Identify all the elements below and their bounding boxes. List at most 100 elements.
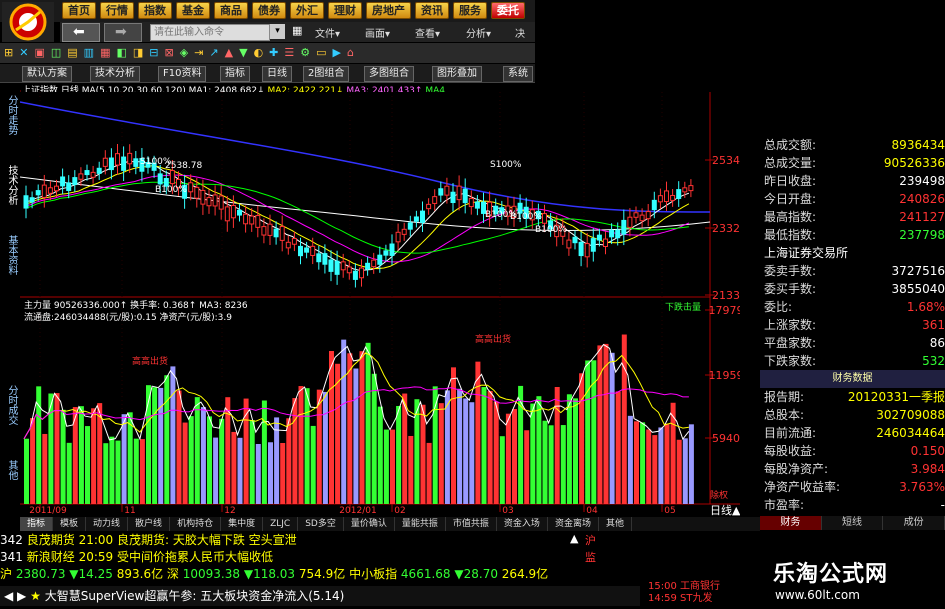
toolbar-icon-11[interactable]: ◈ bbox=[180, 46, 188, 59]
left-tab-fundamentals[interactable]: 基本资料 bbox=[3, 235, 17, 275]
price-volume-chart[interactable]: 2534 2332 2133 17979 11959 5940 2011/09 11 12 201… bbox=[20, 92, 740, 516]
volume-bar bbox=[347, 353, 353, 504]
toolbar-icon-19[interactable]: ⚙ bbox=[300, 46, 310, 59]
menu-analysis[interactable]: 分析▾ bbox=[466, 25, 491, 40]
news-item-341[interactable]: 341 新浪财经 20:59 受中间价拖累人民币大幅收低 bbox=[0, 549, 273, 566]
menu-view[interactable]: 查看▾ bbox=[415, 25, 440, 40]
volume-bar bbox=[627, 415, 633, 504]
toolbar-icon-8[interactable]: ◨ bbox=[133, 46, 143, 59]
toolbar-icon-9[interactable]: ⊟ bbox=[149, 46, 158, 59]
indicator-tab-12[interactable]: 资金离场 bbox=[548, 517, 599, 531]
toolbar-icon-17[interactable]: ✚ bbox=[269, 46, 278, 59]
quote-tab-0[interactable]: 财务 bbox=[760, 516, 822, 530]
menu-10[interactable]: 服务 bbox=[453, 2, 487, 19]
indicator-tab-4[interactable]: 机构持仓 bbox=[170, 517, 222, 531]
toolbar-icon-3[interactable]: ◫ bbox=[51, 46, 61, 59]
candle-body bbox=[255, 215, 261, 228]
toolbar-icon-6[interactable]: ▦ bbox=[100, 46, 110, 59]
menu-3[interactable]: 基金 bbox=[176, 2, 210, 19]
menu-1[interactable]: 行情 bbox=[100, 2, 134, 19]
volume-bar bbox=[463, 398, 469, 504]
volume-bar bbox=[121, 414, 127, 504]
chart-annotation: B100% bbox=[535, 225, 567, 235]
news-scroll-up-icon[interactable]: ▲ bbox=[570, 532, 578, 545]
command-input[interactable]: 请在此输入命令 bbox=[150, 24, 270, 41]
toolbar-icon-14[interactable]: ▲ bbox=[225, 46, 233, 59]
quote-tab-1[interactable]: 短线 bbox=[821, 516, 884, 530]
quote-value: 237798 bbox=[899, 228, 945, 242]
toolbar-icon-10[interactable]: ⊠ bbox=[165, 46, 174, 59]
candle-body bbox=[340, 261, 346, 271]
toolbar-icon-15[interactable]: ▼ bbox=[239, 46, 247, 59]
toolbar-icon-0[interactable]: ⊞ bbox=[4, 46, 13, 59]
volume-bar bbox=[42, 433, 48, 504]
quote-label: 上涨家数: bbox=[764, 318, 817, 332]
menu-9[interactable]: 资讯 bbox=[415, 2, 449, 19]
menu-6[interactable]: 外汇 bbox=[290, 2, 324, 19]
tab-multi-chart[interactable]: 多图组合 bbox=[364, 66, 414, 82]
command-dropdown-button[interactable]: ▾ bbox=[270, 24, 285, 39]
chart-annotation: 2538.78 bbox=[165, 161, 202, 171]
menu-7[interactable]: 理财 bbox=[328, 2, 362, 19]
indicator-tab-5[interactable]: 集中度 bbox=[221, 517, 264, 531]
news-item-342[interactable]: 342 良茂期货 21:00 良茂期货: 天胶大幅下跌 空头宣泄 bbox=[0, 532, 297, 549]
menu-5[interactable]: 债券 bbox=[252, 2, 286, 19]
tab-indicator[interactable]: 指标 bbox=[220, 66, 250, 82]
menu-8[interactable]: 房地产 bbox=[366, 2, 411, 19]
tab-f10[interactable]: F10资料 bbox=[158, 66, 207, 82]
indicator-tab-11[interactable]: 资金入场 bbox=[497, 517, 548, 531]
status-text[interactable]: 大智慧SuperView超赢午参: 五大板块资金净流入(5.14) bbox=[45, 589, 345, 603]
volume-bar bbox=[512, 409, 517, 504]
toolbar-icon-16[interactable]: ◐ bbox=[254, 46, 264, 59]
left-tab-technical[interactable]: 技术分析 bbox=[3, 165, 17, 205]
forward-button[interactable]: ➡ bbox=[104, 23, 142, 42]
toolbar-icon-1[interactable]: ✕ bbox=[19, 46, 28, 59]
toolbar-icon-13[interactable]: ↗ bbox=[209, 46, 218, 59]
toolbar-icon-5[interactable]: ▥ bbox=[84, 46, 94, 59]
toolbar-icon-2[interactable]: ▣ bbox=[34, 46, 44, 59]
toolbar-icon-7[interactable]: ◧ bbox=[116, 46, 126, 59]
left-tab-intraday[interactable]: 分时走势 bbox=[3, 95, 17, 135]
menu-11[interactable]: 委托 bbox=[491, 2, 525, 19]
tab-system[interactable]: 系统 bbox=[503, 66, 533, 82]
scroll-left-icon[interactable]: ◀ ▶ bbox=[0, 589, 26, 603]
indicator-tab-10[interactable]: 市值共振 bbox=[446, 517, 497, 531]
indicator-tab-1[interactable]: 模板 bbox=[53, 517, 87, 531]
indicator-tab-7[interactable]: SD多空 bbox=[298, 517, 344, 531]
indicator-tab-8[interactable]: 量价确认 bbox=[344, 517, 395, 531]
menu-2[interactable]: 指数 bbox=[138, 2, 172, 19]
back-button[interactable]: ⬅ bbox=[62, 23, 100, 42]
tab-overlay[interactable]: 图形叠加 bbox=[432, 66, 482, 82]
tab-2-chart[interactable]: 2图组合 bbox=[303, 66, 350, 82]
indicator-tab-0[interactable]: 指标 bbox=[20, 517, 54, 531]
left-tab-other[interactable]: 其他 bbox=[3, 460, 17, 480]
tab-technical-analysis[interactable]: 技术分析 bbox=[90, 66, 140, 82]
indicator-tab-6[interactable]: ZLJC bbox=[263, 517, 299, 531]
menu-file[interactable]: 文件▾ bbox=[315, 25, 340, 40]
menu-4[interactable]: 商品 bbox=[214, 2, 248, 19]
menu-decision[interactable]: 决 bbox=[515, 25, 525, 40]
indicator-tab-2[interactable]: 动力线 bbox=[86, 517, 129, 531]
indicator-tab-3[interactable]: 散户线 bbox=[128, 517, 171, 531]
indicator-tab-9[interactable]: 量能共振 bbox=[395, 517, 446, 531]
indicator-tab-13[interactable]: 其他 bbox=[599, 517, 632, 531]
price-alerts[interactable]: 15:00 工商银行 14:59 ST九发 bbox=[642, 578, 755, 609]
volume-bar bbox=[304, 388, 310, 504]
dayline-label[interactable]: 日线▲ bbox=[710, 503, 740, 516]
left-tab-trades[interactable]: 分时成交 bbox=[3, 385, 17, 425]
toolbar-icon-18[interactable]: ☰ bbox=[284, 46, 294, 59]
toolbar-icon-21[interactable]: ▶ bbox=[333, 46, 341, 59]
tab-daily[interactable]: 日线 bbox=[262, 66, 292, 82]
toolbar-icon-20[interactable]: ▭ bbox=[316, 46, 326, 59]
toolbar-icon-12[interactable]: ⇥ bbox=[194, 46, 203, 59]
menu-view-screen[interactable]: 画面▾ bbox=[365, 25, 390, 40]
toolbar-icon-22[interactable]: ⌂ bbox=[347, 46, 354, 59]
tab-default-scheme[interactable]: 默认方案 bbox=[22, 66, 72, 82]
quote-value: 86 bbox=[929, 336, 945, 350]
menu-0[interactable]: 首页 bbox=[62, 2, 96, 19]
toolbar-icon-4[interactable]: ▤ bbox=[67, 46, 77, 59]
quote-tab-2[interactable]: 成份 bbox=[883, 516, 945, 530]
candle-body bbox=[35, 190, 41, 196]
watermark-url: www.60lt.com bbox=[775, 588, 860, 602]
grid-icon[interactable]: ▦ bbox=[292, 24, 302, 37]
